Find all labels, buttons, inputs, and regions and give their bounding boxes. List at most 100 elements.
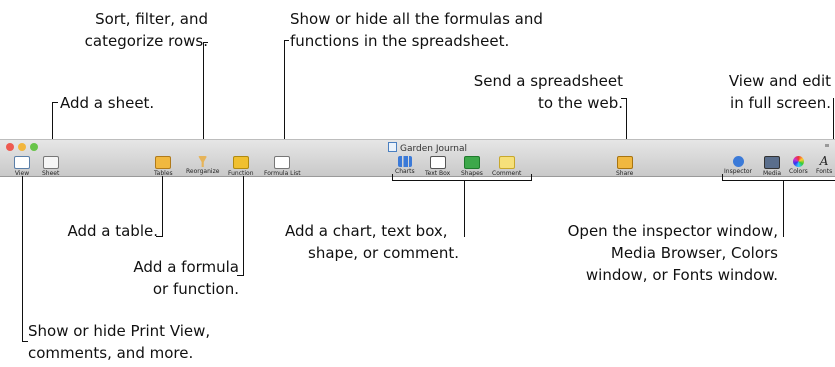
view-button[interactable]: View [14, 156, 30, 177]
close-button[interactable] [6, 143, 14, 151]
chart-icon [397, 156, 412, 167]
shapes-button[interactable]: Shapes [461, 156, 483, 177]
callout-add-chart: Add a chart, text box, shape, or comment… [285, 220, 459, 264]
sheet-label: Sheet [42, 170, 60, 177]
callout-inspector: Open the inspector window, Media Browser… [540, 220, 778, 286]
minimize-button[interactable] [18, 143, 26, 151]
callout-send-line2: to the web. [538, 94, 623, 112]
text-box-icon [429, 156, 446, 169]
share-button[interactable]: Share [616, 156, 633, 177]
callout-fullscreen-line2: in full screen. [730, 94, 831, 112]
function-label: Function [228, 170, 254, 177]
callout-add-formula: Add a formula or function. [100, 256, 239, 300]
window-toolbar: Garden Journal View Sheet Tables Reorgan… [0, 139, 835, 177]
callout-send-line1: Send a spreadsheet [473, 72, 623, 90]
callout-sort-line2: categorize rows. [84, 32, 208, 50]
bracket-chart-group [392, 180, 532, 181]
color-wheel-icon [792, 156, 804, 167]
callout-inspector-line1: Open the inspector window, [567, 222, 778, 240]
fonts-button[interactable]: A Fonts [816, 154, 833, 175]
document-icon [388, 142, 397, 152]
fonts-icon: A [819, 154, 829, 168]
shapes-icon [463, 156, 480, 169]
comment-button[interactable]: Comment [492, 156, 521, 177]
leader-add-sheet-tick [52, 102, 58, 103]
charts-button[interactable]: Charts [395, 156, 415, 175]
callout-add-formula-line2: or function. [152, 280, 239, 298]
text-box-label: Text Box [425, 170, 451, 177]
callout-formulas-line1: Show or hide all the formulas and [290, 10, 543, 28]
leader-add-chart [464, 180, 465, 237]
leader-send [626, 98, 627, 140]
media-label: Media [763, 170, 782, 177]
reorganize-button[interactable]: Reorganize [186, 156, 219, 175]
formula-list-label: Formula List [264, 170, 301, 177]
leader-send-tick [621, 98, 627, 99]
callout-add-chart-line1: Add a chart, text box, [285, 222, 448, 240]
formula-list-icon [274, 156, 291, 169]
toolbar-toggle-button[interactable] [825, 144, 829, 147]
leader-formulas-tick [284, 40, 289, 41]
callout-add-sheet-text: Add a sheet. [60, 94, 155, 112]
callout-fullscreen-line1: View and edit [728, 72, 831, 90]
leader-sort [203, 42, 204, 140]
media-button[interactable]: Media [763, 156, 781, 177]
bracket-chart-left [392, 174, 393, 181]
charts-label: Charts [395, 168, 415, 175]
bracket-inspector-left [722, 174, 723, 181]
callout-formulas-line2: functions in the spreadsheet. [290, 32, 510, 50]
callout-formulas: Show or hide all the formulas and functi… [290, 8, 543, 52]
share-icon [616, 156, 633, 169]
comment-label: Comment [492, 170, 522, 177]
tables-label: Tables [154, 170, 173, 177]
bracket-inspector-group [722, 180, 835, 181]
tables-button[interactable]: Tables [154, 156, 173, 177]
inspector-icon [732, 156, 744, 167]
leader-fullscreen [833, 98, 834, 140]
callout-print-view-line2: comments, and more. [28, 344, 194, 362]
function-icon [232, 156, 249, 169]
view-icon [14, 156, 30, 169]
colors-button[interactable]: Colors [789, 156, 808, 175]
callout-sort-line1: Sort, filter, and [95, 10, 208, 28]
zoom-button[interactable] [30, 143, 38, 151]
leader-add-formula [243, 176, 244, 276]
leader-add-table [162, 176, 163, 237]
callout-sort: Sort, filter, and categorize rows. [60, 8, 208, 52]
inspector-label: Inspector [724, 168, 752, 175]
media-icon [764, 156, 781, 169]
leader-print-view [22, 176, 23, 342]
reorganize-label: Reorganize [186, 168, 220, 175]
callout-add-table-text: Add a table. [67, 222, 158, 240]
funnel-icon [198, 156, 208, 167]
text-box-button[interactable]: Text Box [425, 156, 450, 177]
bracket-chart-right [531, 174, 532, 181]
formula-list-button[interactable]: Formula List [264, 156, 301, 177]
share-label: Share [616, 170, 634, 177]
leader-inspector [783, 180, 784, 237]
sheet-icon [42, 156, 59, 169]
leader-add-sheet [52, 102, 53, 140]
callout-inspector-line3: window, or Fonts window. [585, 266, 778, 284]
comment-icon [498, 156, 515, 169]
table-icon [155, 156, 172, 169]
callout-add-sheet: Add a sheet. [60, 92, 154, 114]
sheet-button[interactable]: Sheet [42, 156, 59, 177]
colors-label: Colors [789, 168, 808, 175]
shapes-label: Shapes [461, 170, 483, 177]
window-title: Garden Journal [388, 142, 467, 154]
window-title-text: Garden Journal [400, 144, 467, 154]
callout-send: Send a spreadsheet to the web. [455, 70, 623, 114]
leader-formulas [284, 40, 285, 140]
callout-inspector-line2: Media Browser, Colors [610, 244, 778, 262]
leader-sort-tick [203, 42, 208, 43]
function-button[interactable]: Function [228, 156, 254, 177]
callout-add-table: Add a table. [40, 220, 158, 242]
callout-add-chart-line2: shape, or comment. [308, 244, 459, 262]
callout-fullscreen: View and edit in full screen. [700, 70, 831, 114]
inspector-button[interactable]: Inspector [724, 156, 752, 175]
callout-add-formula-line1: Add a formula [133, 258, 239, 276]
callout-print-view: Show or hide Print View, comments, and m… [28, 320, 210, 364]
callout-print-view-line1: Show or hide Print View, [28, 322, 211, 340]
fonts-label: Fonts [816, 168, 833, 175]
